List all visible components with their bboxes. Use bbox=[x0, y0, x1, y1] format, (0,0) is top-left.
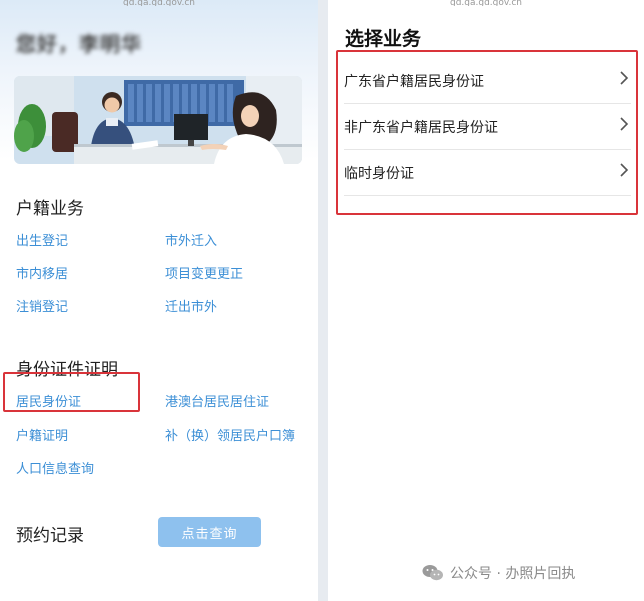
banner-image bbox=[14, 76, 302, 164]
page-title: 选择业务 bbox=[345, 28, 422, 50]
household-certificate-link[interactable]: 户籍证明 bbox=[16, 425, 68, 444]
url-bar: gd.ga.gd.gov.cn bbox=[122, 0, 196, 6]
list-item-guangdong-id[interactable]: 广东省户籍居民身份证 bbox=[344, 58, 631, 104]
list-item-label: 广东省户籍居民身份证 bbox=[344, 74, 484, 90]
panel-divider bbox=[318, 0, 328, 601]
url-bar: gd.ga.gd.gov.cn bbox=[328, 0, 644, 6]
list-item-label: 非广东省户籍居民身份证 bbox=[344, 120, 498, 136]
item-correction-link[interactable]: 项目变更更正 bbox=[165, 263, 243, 282]
right-panel: gd.ga.gd.gov.cn 选择业务 广东省户籍居民身份证 非广东省户籍居民… bbox=[328, 0, 644, 601]
police-service-illustration bbox=[14, 76, 302, 164]
left-panel: gd.ga.gd.gov.cn 您好，李明华 户籍业务 出生登记 市外迁入 市内… bbox=[0, 0, 318, 601]
appointment-title: 预约记录 bbox=[16, 526, 84, 546]
user-greeting: 您好，李明华 bbox=[16, 32, 142, 56]
household-section-title: 户籍业务 bbox=[16, 199, 84, 219]
residence-permit-link[interactable]: 港澳台居民居住证 bbox=[165, 391, 269, 410]
household-book-link[interactable]: 补（换）领居民户口簿 bbox=[165, 425, 295, 444]
relocation-link[interactable]: 市内移居 bbox=[16, 263, 68, 282]
id-card-link[interactable]: 居民身份证 bbox=[16, 391, 81, 410]
list-item-label: 临时身份证 bbox=[344, 166, 414, 182]
chevron-right-icon bbox=[620, 163, 629, 177]
chevron-right-icon bbox=[620, 117, 629, 131]
move-out-link[interactable]: 迁出市外 bbox=[165, 296, 217, 315]
move-in-link[interactable]: 市外迁入 bbox=[165, 230, 217, 249]
watermark: 公众号 · 办照片回执 bbox=[422, 563, 575, 583]
wechat-icon bbox=[422, 565, 443, 581]
query-button[interactable]: 点击查询 bbox=[158, 517, 261, 547]
population-info-link[interactable]: 人口信息查询 bbox=[16, 458, 94, 477]
list-item-non-guangdong-id[interactable]: 非广东省户籍居民身份证 bbox=[344, 104, 631, 150]
watermark-text: 公众号 · 办照片回执 bbox=[450, 566, 576, 582]
chevron-right-icon bbox=[620, 71, 629, 85]
birth-registration-link[interactable]: 出生登记 bbox=[16, 230, 68, 249]
deregistration-link[interactable]: 注销登记 bbox=[16, 296, 68, 315]
list-item-temporary-id[interactable]: 临时身份证 bbox=[344, 150, 631, 196]
